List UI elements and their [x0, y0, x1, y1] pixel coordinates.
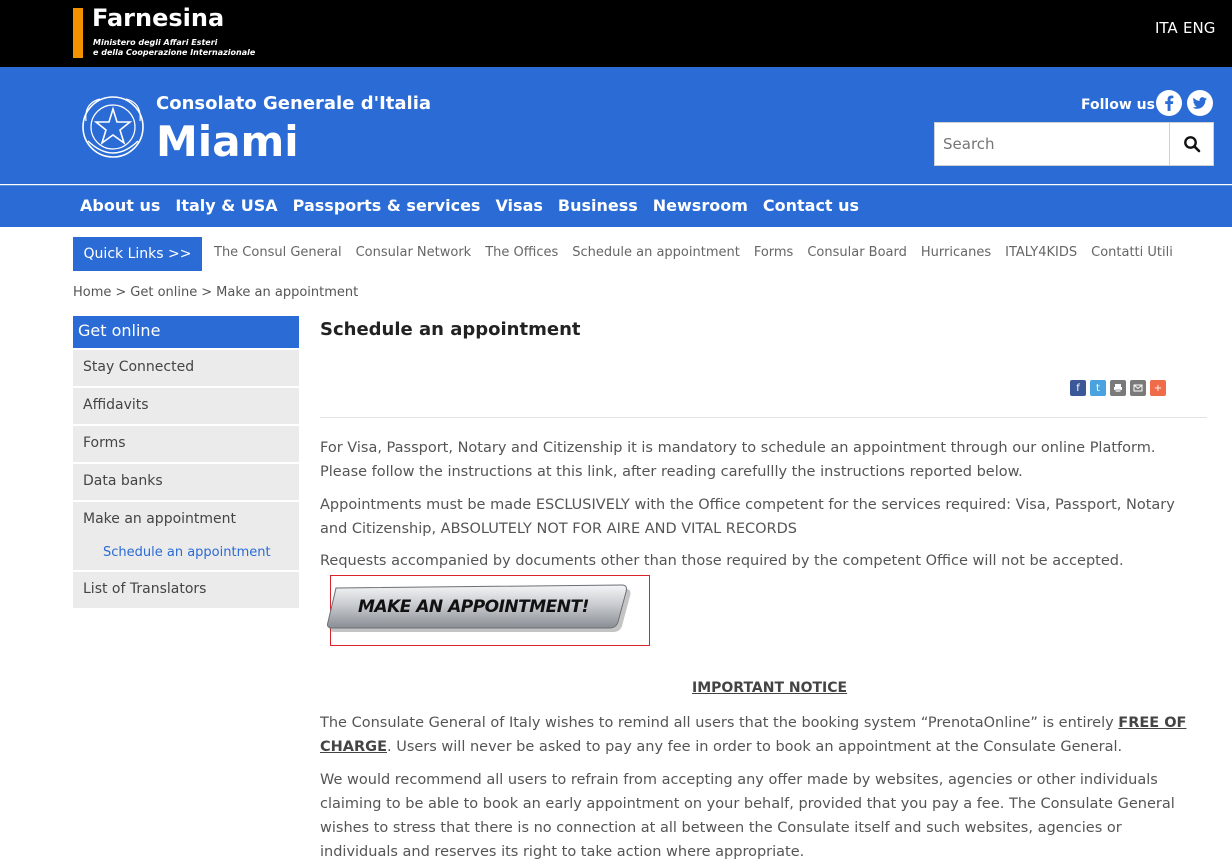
search-input[interactable]	[934, 122, 1170, 166]
paragraph-free-of-charge: The Consulate General of Italy wishes to…	[320, 715, 1187, 755]
facebook-icon[interactable]	[1156, 90, 1182, 116]
search-button[interactable]	[1169, 122, 1214, 166]
content-divider	[320, 417, 1207, 418]
breadcrumb-separator: >	[115, 285, 127, 300]
breadcrumb-separator: >	[201, 285, 213, 300]
sidebar-item-affidavits[interactable]: Affidavits	[73, 388, 299, 424]
nav-item-contact-us[interactable]: Contact us	[763, 196, 859, 215]
important-notice-heading: IMPORTANT NOTICE	[692, 680, 848, 696]
sidebar-subitem-schedule-appointment[interactable]: Schedule an appointment	[73, 538, 299, 570]
twitter-icon[interactable]	[1187, 90, 1213, 116]
sidebar-title: Get online	[73, 316, 299, 348]
quick-link-consular-board[interactable]: Consular Board	[807, 245, 907, 260]
sidebar-item-stay-connected[interactable]: Stay Connected	[73, 350, 299, 386]
quick-link-consul-general[interactable]: The Consul General	[214, 245, 342, 260]
paragraph-intro: For Visa, Passport, Notary and Citizensh…	[320, 440, 1156, 480]
sidebar-item-forms[interactable]: Forms	[73, 426, 299, 462]
quick-link-hurricanes[interactable]: Hurricanes	[921, 245, 991, 260]
share-twitter-icon[interactable]: t	[1090, 380, 1106, 396]
farnesina-logo-stripe	[73, 8, 83, 58]
nav-item-italy-usa[interactable]: Italy & USA	[175, 196, 277, 215]
lang-eng-link[interactable]: ENG	[1183, 19, 1215, 37]
share-email-icon[interactable]	[1130, 380, 1146, 396]
farnesina-brand[interactable]: Farnesina	[92, 4, 224, 32]
nav-item-about-us[interactable]: About us	[80, 196, 160, 215]
share-more-icon[interactable]: +	[1150, 380, 1166, 396]
lang-ita-link[interactable]: ITA	[1155, 19, 1178, 37]
quick-link-consular-network[interactable]: Consular Network	[356, 245, 472, 260]
paragraph-documents-notice: Requests accompanied by documents other …	[320, 553, 1124, 569]
quick-link-italy4kids[interactable]: ITALY4KIDS	[1005, 245, 1077, 260]
share-facebook-icon[interactable]: f	[1070, 380, 1086, 396]
quick-link-schedule-appointment[interactable]: Schedule an appointment	[572, 245, 740, 260]
nav-item-business[interactable]: Business	[558, 196, 638, 215]
sidebar-item-data-banks[interactable]: Data banks	[73, 464, 299, 500]
quick-links-button[interactable]: Quick Links >>	[73, 237, 202, 271]
sidebar-item-list-of-translators[interactable]: List of Translators	[73, 572, 299, 608]
consolato-title[interactable]: Consolato Generale d'Italia	[156, 93, 431, 114]
breadcrumb-current: Make an appointment	[216, 285, 359, 300]
page-title: Schedule an appointment	[320, 319, 581, 340]
breadcrumb: Home > Get online > Make an appointment	[73, 285, 358, 300]
quick-links-list: The Consul General Consular Network The …	[214, 245, 1187, 260]
make-appointment-label[interactable]: MAKE AN APPOINTMENT!	[358, 597, 589, 617]
sidebar-menu: Stay Connected Affidavits Forms Data ban…	[73, 350, 299, 610]
quick-link-the-offices[interactable]: The Offices	[485, 245, 558, 260]
nav-item-newsroom[interactable]: Newsroom	[653, 196, 748, 215]
share-print-icon[interactable]	[1110, 380, 1126, 396]
follow-us-label: Follow us	[1081, 97, 1155, 113]
sidebar-item-make-appointment[interactable]: Make an appointment	[73, 502, 299, 538]
breadcrumb-get-online[interactable]: Get online	[130, 285, 197, 300]
breadcrumb-home[interactable]: Home	[73, 285, 111, 300]
paragraph-warning: We would recommend all users to refrain …	[320, 772, 1175, 860]
farnesina-subtitle: Ministero degli Affari Esteri e della Co…	[93, 38, 256, 57]
main-nav: About us Italy & USA Passports & service…	[0, 185, 1232, 227]
italian-emblem-icon[interactable]	[80, 91, 146, 167]
nav-item-visas[interactable]: Visas	[495, 196, 542, 215]
search-icon	[1183, 136, 1200, 153]
paragraph-office-notice: Appointments must be made ESCLUSIVELY wi…	[320, 497, 1175, 537]
nav-item-passports-services[interactable]: Passports & services	[293, 196, 481, 215]
city-title[interactable]: Miami	[156, 117, 299, 166]
site-header: Consolato Generale d'Italia Miami Follow…	[0, 67, 1232, 184]
quick-link-forms[interactable]: Forms	[754, 245, 794, 260]
top-bar: Farnesina Ministero degli Affari Esteri …	[0, 0, 1232, 67]
quick-link-contatti-utili[interactable]: Contatti Utili	[1091, 245, 1173, 260]
